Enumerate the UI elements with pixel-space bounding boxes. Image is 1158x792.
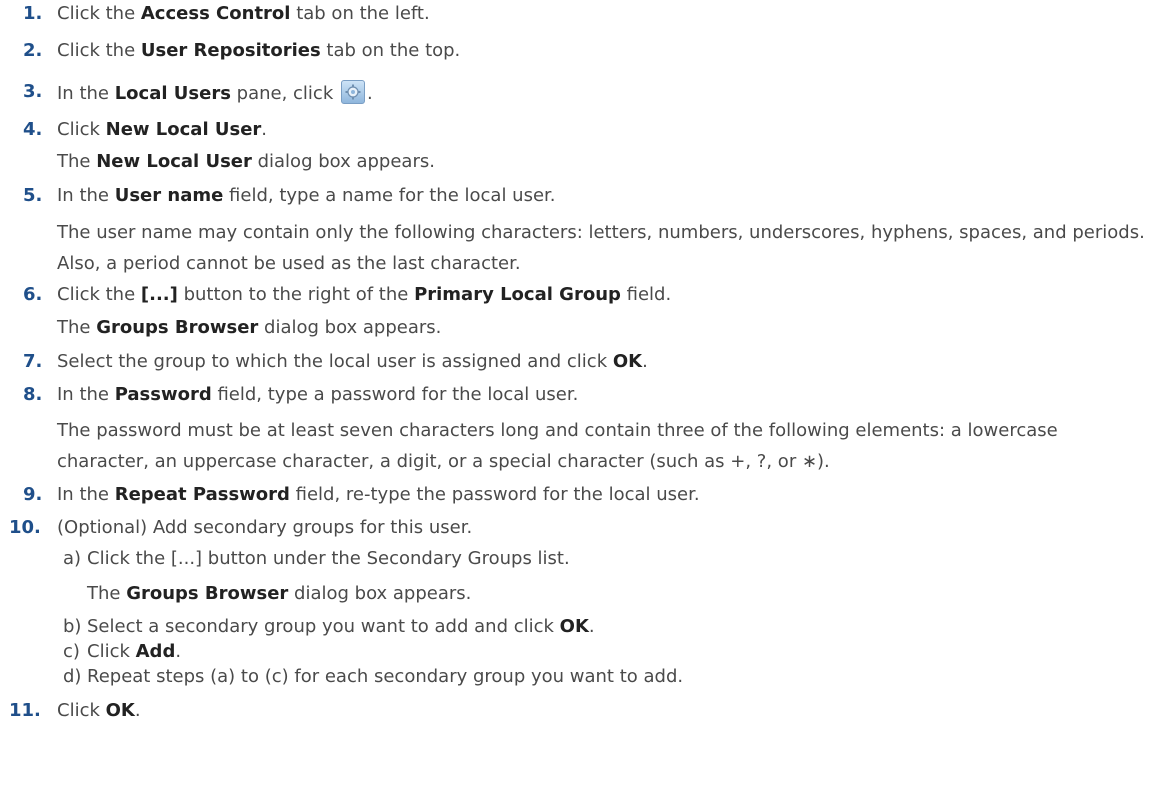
substep-letter: c) [63,641,80,662]
step-number: 8. [23,384,43,405]
substep-letter: a) [63,548,82,569]
step-5-note: The user name may contain only the follo… [57,222,1145,274]
ui-term: New Local User [105,119,262,140]
ui-term: OK [612,351,643,372]
step-text: In the [57,384,115,405]
step-4-result: The New Local User dialog box appears. [57,150,1150,174]
ui-term: Repeat Password [114,484,290,505]
step-number: 11. [9,700,41,721]
ui-term: OK [105,700,135,721]
step-text: . [261,119,268,140]
step-4: 4. Click New Local User. [23,118,1150,142]
substep-letter: b) [63,616,82,637]
gear-icon [340,80,365,104]
ui-term: OK [559,616,589,637]
substep-text: . [588,616,595,637]
note-text: dialog box appears. [288,583,472,604]
ui-term: User name [114,185,224,206]
step-number: 7. [23,351,43,372]
step-10: 10. (Optional) Add secondary groups for … [9,516,1150,540]
step-text: field. [620,284,672,305]
step-number: 4. [23,119,43,140]
step-9: 9. In the Repeat Password field, re-type… [23,483,1150,507]
note-text: The [57,151,97,172]
substep-d: d) Repeat steps (a) to (c) for each secon… [63,665,1150,689]
step-8-note: The password must be at least seven char… [57,420,1058,472]
step-2: 2. Click the User Repositories tab on th… [23,39,1150,63]
ui-term: Access Control [140,3,291,24]
ui-term: Add [135,641,176,662]
step-number: 3. [23,81,43,102]
note-text: dialog box appears. [258,317,442,338]
step-text: Click the [57,3,141,24]
step-text: field, re-type the password for the loca… [289,484,700,505]
step-number: 5. [23,185,43,206]
step-text: Select the group to which the local user… [57,351,613,372]
step-text: In the [57,484,115,505]
substep-a-result: The Groups Browser dialog box appears. [87,582,1150,606]
substep-text: Repeat steps (a) to (c) for each seconda… [87,666,684,687]
step-text: tab on the top. [320,40,461,61]
note-text: The [87,583,127,604]
ui-term: Local Users [114,83,231,104]
step-text: pane, click [230,83,339,104]
step-text: Click the [57,40,141,61]
step-text: field, type a password for the local use… [211,384,579,405]
step-number: 6. [23,284,43,305]
ui-term: Groups Browser [126,583,289,604]
ui-term: User Repositories [140,40,321,61]
step-text: (Optional) Add secondary groups for this… [57,517,473,538]
step-number: 10. [9,517,41,538]
ui-term: [...] [140,284,178,305]
step-text: . [134,700,141,721]
step-5: 5. In the User name field, type a name f… [23,184,1150,208]
procedure-document: 1. Click the Access Control tab on the l… [0,0,1158,792]
step-11: 11. Click OK. [9,699,1150,723]
substep-text: Click [87,641,136,662]
step-6-result: The Groups Browser dialog box appears. [57,316,1150,340]
substep-text: Select a secondary group you want to add… [87,616,560,637]
step-text: Click the [57,284,141,305]
substep-text: Click the [...] button under the Seconda… [87,548,570,569]
substep-c: c) Click Add. [63,640,1150,664]
step-text: . [366,83,373,104]
step-text: In the [57,185,115,206]
step-text: button to the right of the [177,284,415,305]
step-number: 2. [23,40,43,61]
ui-term: Primary Local Group [414,284,621,305]
ui-term: New Local User [96,151,252,172]
step-7: 7. Select the group to which the local u… [23,350,1150,374]
step-3: 3. In the Local Users pane, click . [23,80,1150,106]
step-number: 1. [23,3,43,24]
substep-a: a) Click the [...] button under the Secon… [63,547,1150,571]
step-text: . [642,351,648,372]
ui-term: Password [114,384,212,405]
step-text: Click [57,119,106,140]
substep-text: . [175,641,182,662]
note-text: The [57,317,97,338]
substep-b: b) Select a secondary group you want to a… [63,615,1150,639]
step-text: Click [57,700,106,721]
step-8: 8. In the Password field, type a passwor… [23,383,1150,407]
step-6: 6. Click the [...] button to the right o… [23,283,1150,307]
step-text: tab on the left. [290,3,430,24]
ui-term: Groups Browser [96,317,259,338]
step-number: 9. [23,484,43,505]
step-1: 1. Click the Access Control tab on the l… [23,2,1150,26]
note-text: dialog box appears. [251,151,435,172]
substep-letter: d) [63,666,82,687]
step-text: In the [57,83,115,104]
step-text: field, type a name for the local user. [223,185,556,206]
